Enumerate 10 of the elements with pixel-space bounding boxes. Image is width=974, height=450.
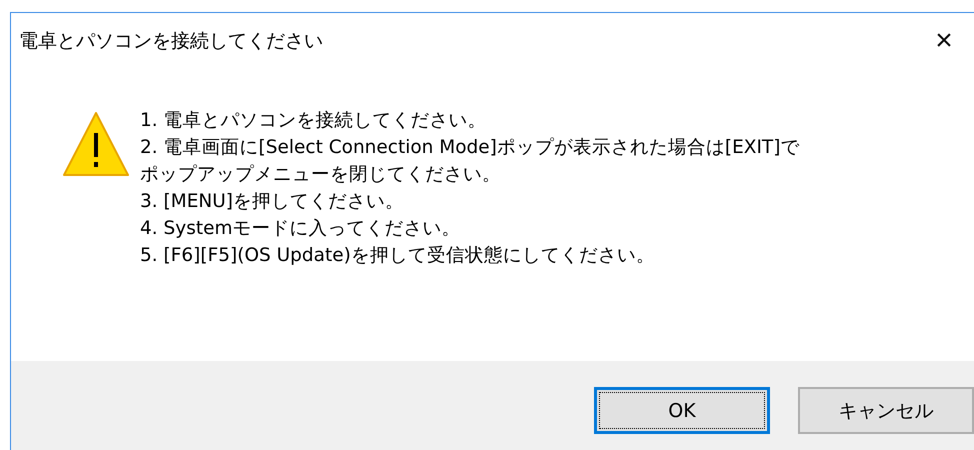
- close-button[interactable]: ×: [914, 21, 974, 61]
- warning-icon: [62, 111, 130, 177]
- cancel-button[interactable]: キャンセル: [798, 387, 974, 434]
- instruction-text: 1. 電卓とパソコンを接続してください。: [140, 109, 488, 133]
- window-title: 電卓とパソコンを接続してください: [19, 29, 324, 54]
- instruction-text: 5. [F6][F5](OS Update)を押して受信状態にしてください。: [140, 244, 656, 268]
- instruction-text: 3. [MENU]を押してください。: [140, 190, 405, 214]
- instruction-text: 2. 電卓画面に[Select Connection Mode]ポップが表示された場合は[EXIT]で ポップアップメニューを閉じてください。: [140, 136, 800, 187]
- instruction-text: 4. Systemモードに入ってください。: [140, 217, 462, 241]
- ok-button[interactable]: OK: [594, 387, 770, 434]
